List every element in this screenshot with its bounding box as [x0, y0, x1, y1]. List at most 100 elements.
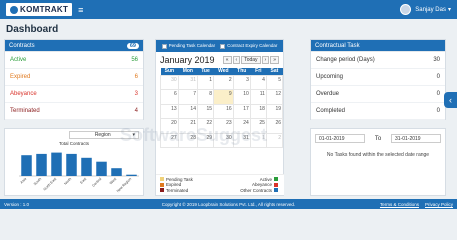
- privacy-link[interactable]: Privacy Policy: [425, 202, 453, 207]
- weekday-header: Sat: [266, 68, 283, 75]
- legend-other: Other Contracts: [240, 187, 272, 193]
- calendar-day[interactable]: 6: [160, 89, 179, 105]
- legend-swatch: [274, 182, 278, 187]
- calendar-day[interactable]: 31: [177, 74, 198, 90]
- calendar-day[interactable]: 30: [160, 74, 179, 90]
- side-panel-toggle[interactable]: ‹: [444, 92, 457, 108]
- bar-south[interactable]: [36, 153, 47, 176]
- calendar-day[interactable]: 12: [265, 89, 284, 105]
- contracts-title: Contracts: [9, 42, 35, 49]
- calendar-legend: Pending Task Active Expired Abeyance Termi…: [156, 173, 284, 195]
- task-row[interactable]: Overdue 0: [311, 86, 445, 103]
- legend-active: Active: [259, 176, 272, 182]
- calendar-day[interactable]: 20: [160, 118, 179, 134]
- region-select-row: Region ▾: [5, 129, 143, 141]
- to-date-input[interactable]: 31-01-2019: [391, 134, 441, 143]
- calendar-day[interactable]: 1: [249, 132, 267, 148]
- calendar-day[interactable]: 19: [265, 103, 284, 119]
- today-button[interactable]: Today: [241, 56, 261, 64]
- contract-label: Abeyance: [10, 91, 37, 97]
- task-row[interactable]: Upcoming 0: [311, 69, 445, 86]
- user-menu[interactable]: Sanjay Das ▾: [400, 4, 451, 15]
- calendar-day[interactable]: 28: [177, 132, 198, 148]
- calendar-day[interactable]: 14: [177, 103, 198, 119]
- x-tick-label: North: [63, 177, 72, 186]
- contract-row-active[interactable]: Active 56: [5, 52, 143, 69]
- calendar-day[interactable]: 2: [265, 132, 284, 148]
- legend-terminated: Terminated: [166, 187, 189, 193]
- prev-year-button[interactable]: «: [222, 56, 232, 64]
- contract-value: 3: [134, 91, 138, 97]
- task-row[interactable]: Completed 0: [311, 103, 445, 120]
- bar-north-east[interactable]: [51, 152, 62, 176]
- bar-central[interactable]: [96, 161, 107, 176]
- calendar-day[interactable]: 17: [232, 103, 251, 119]
- chevron-left-icon: ‹: [449, 95, 452, 105]
- task-label: Overdue: [316, 91, 340, 97]
- contract-row-expired[interactable]: Expired 6: [5, 69, 143, 86]
- calendar-day[interactable]: 11: [249, 89, 267, 105]
- next-month-button[interactable]: ›: [261, 56, 270, 64]
- x-tick-label: South: [33, 177, 42, 186]
- bar-east[interactable]: [81, 157, 92, 176]
- bar-asia[interactable]: [21, 155, 32, 176]
- bar-north[interactable]: [66, 153, 77, 176]
- calendar-grid: Sun Mon Tue Wed Thu Fri Sat 30 31 1 2 3 4 5 6 7 8 9 10 11 12…: [160, 68, 284, 148]
- contract-value: 6: [134, 74, 138, 80]
- page-title: Dashboard: [6, 24, 59, 35]
- task-row[interactable]: Change period (Days) 30: [311, 52, 445, 69]
- calendar-day[interactable]: 27: [160, 132, 179, 148]
- calendar-day[interactable]: 31: [232, 132, 251, 148]
- weekday-header: Thu: [233, 68, 251, 75]
- calendar-day[interactable]: 7: [177, 89, 198, 105]
- weekday-header: Fri: [250, 68, 267, 75]
- calendar-day[interactable]: 9: [213, 89, 234, 105]
- task-header: Contractual Task: [311, 40, 445, 52]
- task-title: Contractual Task: [315, 42, 360, 49]
- logo[interactable]: KOMTRAKT: [6, 3, 73, 16]
- task-value: 0: [436, 74, 440, 80]
- calendar-day[interactable]: 23: [213, 118, 234, 134]
- pending-task-calendar-option[interactable]: Pending Task Calendar: [161, 43, 215, 49]
- contract-row-abeyance[interactable]: Abeyance 3: [5, 86, 143, 103]
- calendar-day[interactable]: 24: [232, 118, 251, 134]
- calendar-day[interactable]: 21: [177, 118, 198, 134]
- calendar-day[interactable]: 10: [232, 89, 251, 105]
- prev-month-button[interactable]: ‹: [232, 56, 241, 64]
- calendar-nav: January 2019 « ‹ Today › »: [156, 52, 283, 68]
- calendar-day[interactable]: 18: [249, 103, 267, 119]
- calendar-day[interactable]: 4: [249, 74, 267, 90]
- calendar-day[interactable]: 1: [196, 74, 215, 90]
- contract-row-terminated[interactable]: Terminated 4: [5, 103, 143, 120]
- calendar-day[interactable]: 2: [213, 74, 234, 90]
- legend-swatch: [160, 182, 164, 187]
- checkbox-icon: [220, 43, 226, 49]
- calendar-day[interactable]: 5: [265, 74, 284, 90]
- task-label: Change period (Days): [316, 57, 375, 63]
- contracts-count-badge: 69: [126, 42, 139, 49]
- calendar-day[interactable]: 3: [232, 74, 251, 90]
- contract-expiry-calendar-option[interactable]: Contract Expiry Calendar: [220, 43, 277, 49]
- calendar-day[interactable]: 8: [196, 89, 215, 105]
- terms-link[interactable]: Terms & Conditions: [380, 202, 419, 207]
- next-year-button[interactable]: »: [270, 56, 279, 64]
- task-value: 30: [433, 57, 440, 63]
- hamburger-menu-icon[interactable]: ≡: [78, 5, 83, 15]
- calendar-day[interactable]: 29: [196, 132, 215, 148]
- calendar-day[interactable]: 15: [196, 103, 215, 119]
- date-range-row: 01-01-2019 To 31-01-2019: [311, 129, 445, 148]
- bar-west[interactable]: [111, 168, 122, 176]
- from-date-input[interactable]: 01-01-2019: [315, 134, 365, 143]
- calendar-day[interactable]: 22: [196, 118, 215, 134]
- region-select[interactable]: Region ▾: [69, 131, 139, 139]
- calendar-day[interactable]: 30: [213, 132, 234, 148]
- calendar-day[interactable]: 26: [265, 118, 284, 134]
- footer: Version : 1.0 Copyright © 2019 Loopbrain…: [0, 199, 457, 209]
- bar-new-region[interactable]: [126, 174, 137, 176]
- legend-swatch: [274, 188, 278, 193]
- calendar-day[interactable]: 13: [160, 103, 179, 119]
- weekday-header: Mon: [178, 68, 198, 75]
- x-tick-label: East: [79, 177, 87, 185]
- calendar-day[interactable]: 25: [249, 118, 267, 134]
- calendar-day[interactable]: 16: [213, 103, 234, 119]
